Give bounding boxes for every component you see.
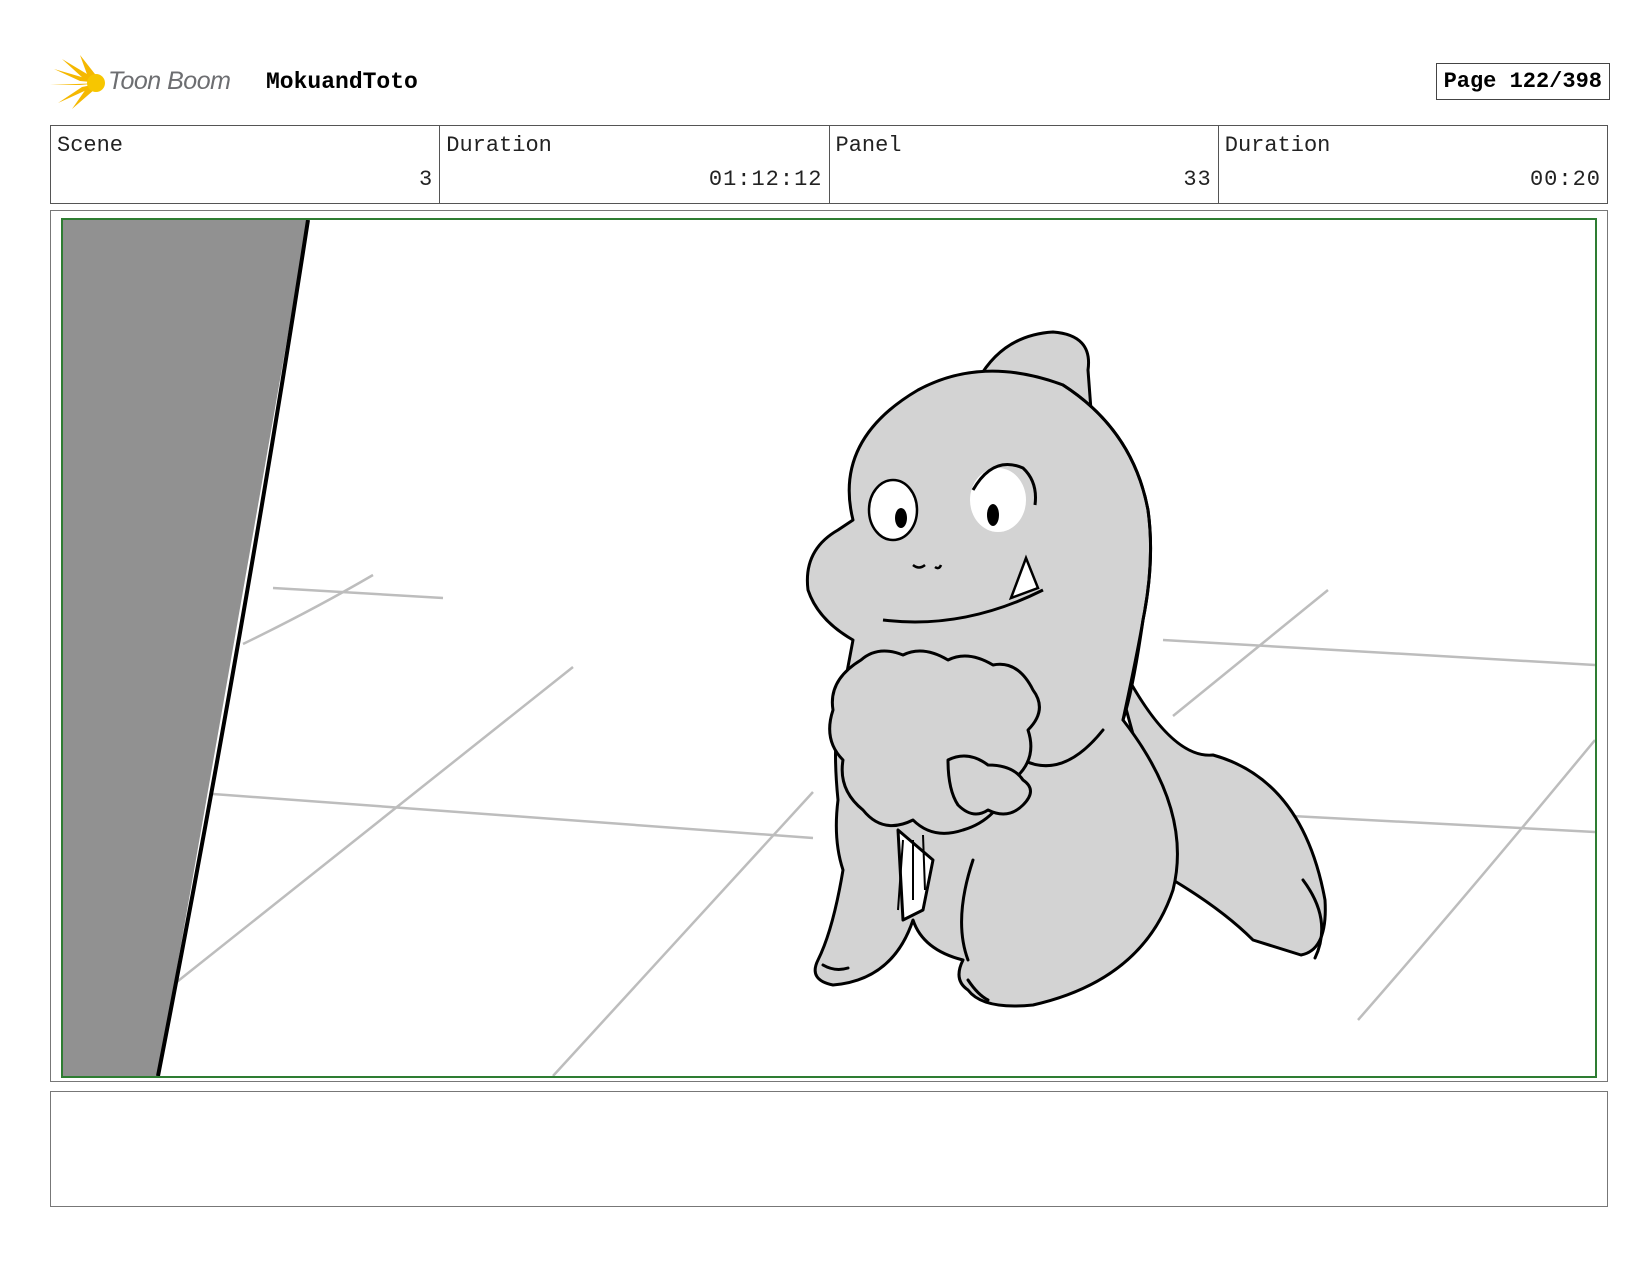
scene-duration-value: 01:12:12 — [708, 167, 823, 192]
logo-text: Toon Boom — [108, 67, 231, 95]
info-cell-panel: Panel 33 — [830, 126, 1219, 203]
project-title: MokuandToto — [266, 69, 418, 95]
info-cell-scene: Scene 3 — [51, 126, 441, 203]
panel-duration-label: Duration — [1224, 133, 1331, 158]
scene-value: 3 — [419, 167, 434, 192]
camera-frame — [61, 218, 1597, 1078]
starburst-icon — [50, 55, 105, 109]
panel-label: Panel — [835, 133, 902, 158]
panel-duration-value: 00:20 — [1529, 167, 1601, 192]
scene-duration-label: Duration — [446, 133, 552, 158]
panel-drawing — [63, 220, 1595, 1076]
info-cell-scene-duration: Duration 01:12:12 — [440, 126, 830, 203]
toon-boom-logo: Toon Boom — [50, 55, 250, 111]
panel-value: 33 — [1183, 167, 1212, 192]
info-cell-panel-duration: Duration 00:20 — [1219, 126, 1607, 203]
page-indicator: Page 122/398 — [1435, 63, 1610, 100]
notes-box — [50, 1091, 1608, 1207]
storyboard-panel — [50, 210, 1608, 1082]
page-header: Toon Boom MokuandToto Page 122/398 — [50, 55, 1610, 111]
panel-info-row: Scene 3 Duration 01:12:12 Panel 33 Durat… — [50, 125, 1608, 204]
wall-shape — [63, 220, 308, 1076]
scene-label: Scene — [57, 133, 124, 158]
